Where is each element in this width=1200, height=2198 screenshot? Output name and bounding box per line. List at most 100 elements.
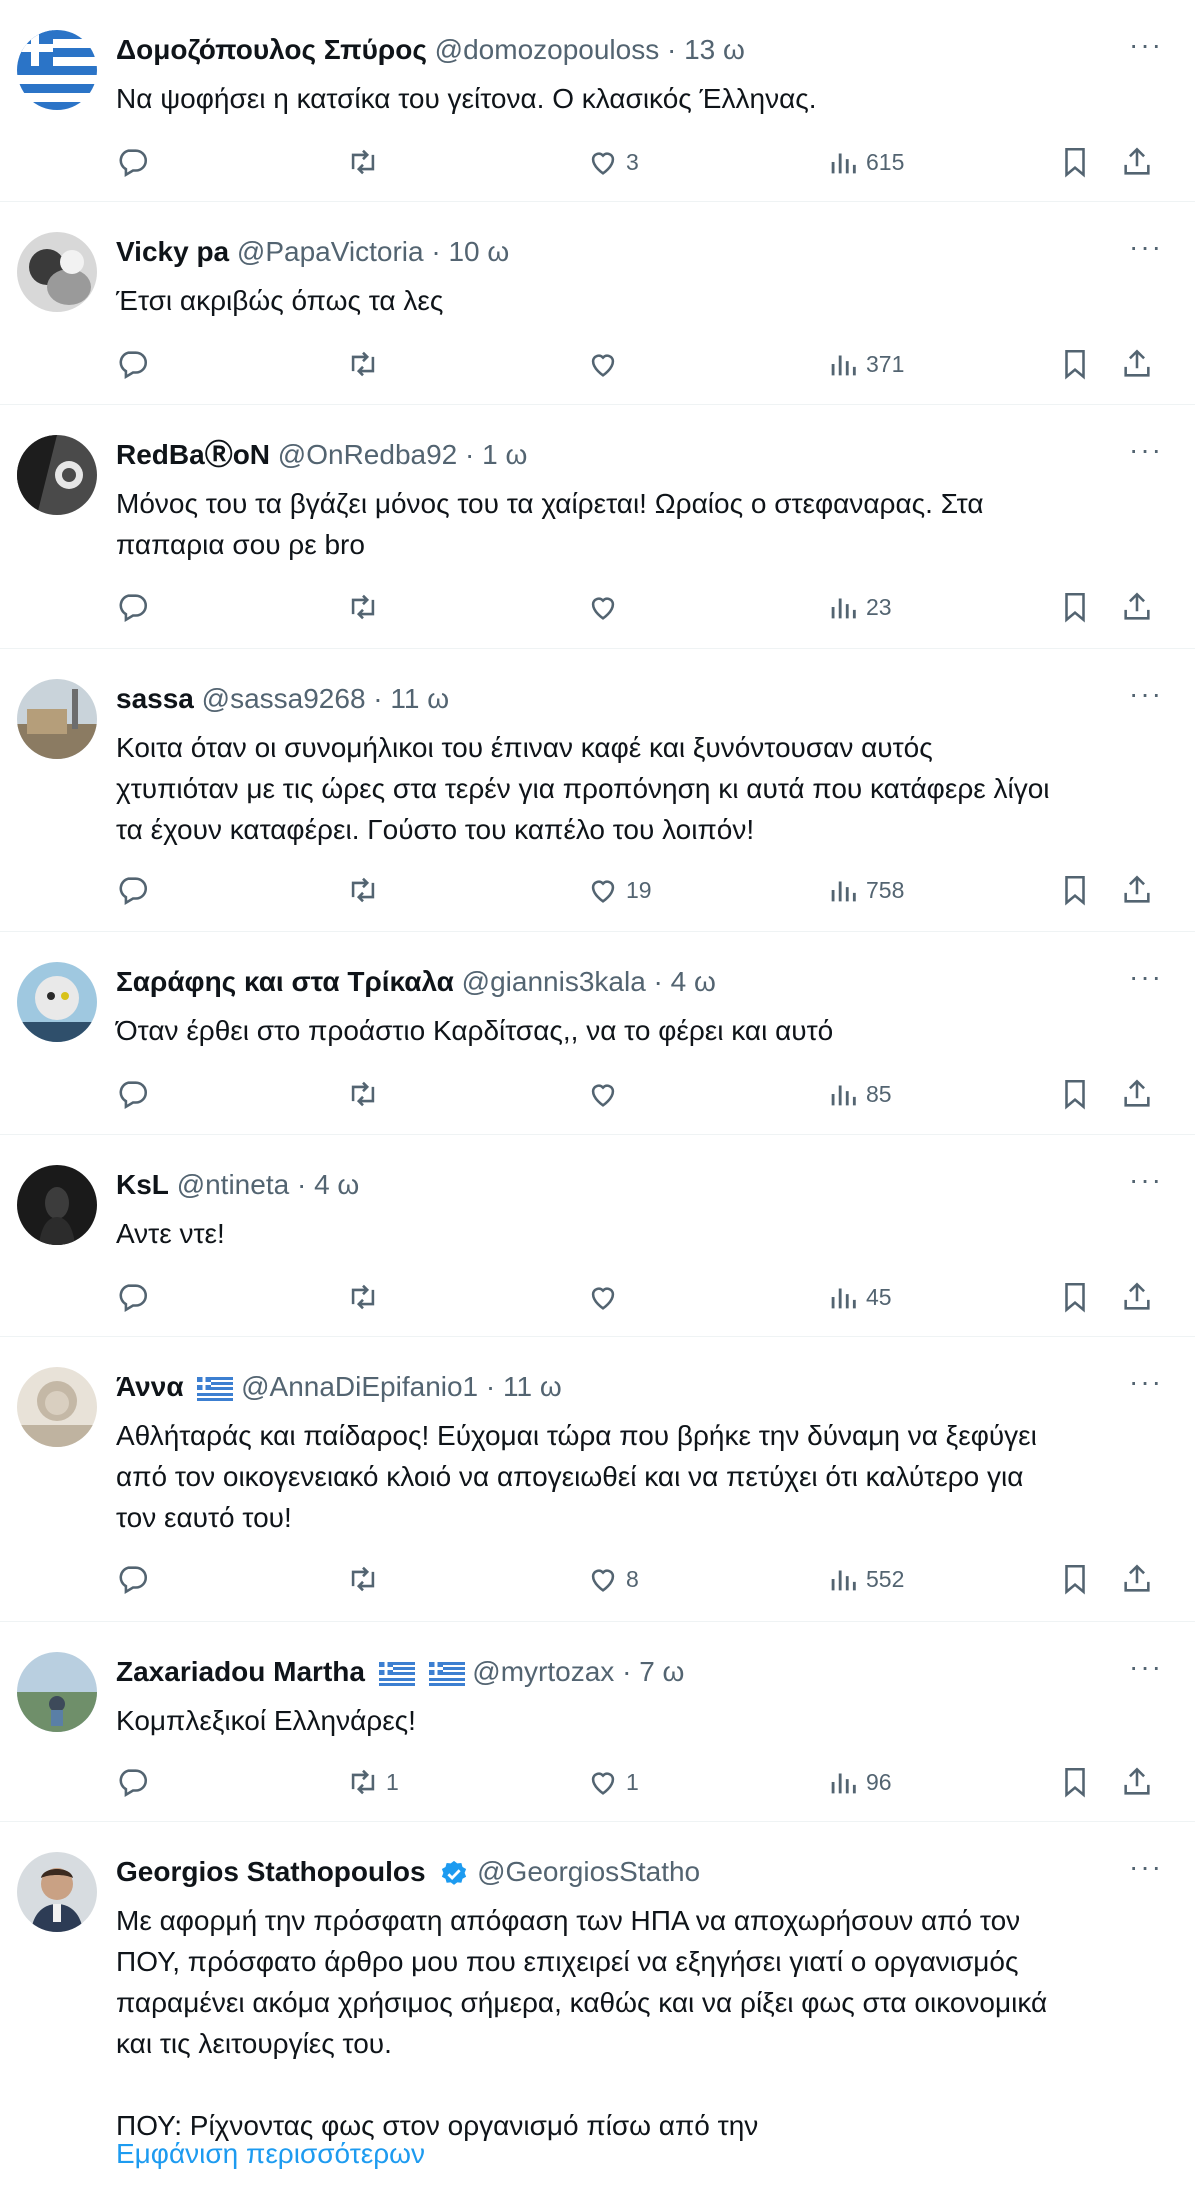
user-handle[interactable]: @GeorgiosStatho <box>477 1856 700 1887</box>
bookmark-button[interactable] <box>1058 587 1092 627</box>
share-button[interactable] <box>1120 1559 1154 1599</box>
avatar[interactable] <box>17 679 97 759</box>
display-name[interactable]: Georgios Stathopoulos <box>116 1856 426 1887</box>
retweet-button[interactable] <box>346 1074 386 1114</box>
more-icon[interactable]: ··· <box>1129 435 1163 475</box>
avatar[interactable] <box>17 232 97 312</box>
retweet-button[interactable] <box>346 1277 386 1317</box>
avatar[interactable] <box>17 435 97 515</box>
tweet[interactable]: sassa @sassa9268 · 11 ω ··· Κοιτα όταν ο… <box>0 649 1195 932</box>
display-name[interactable]: RedBaⓇoN <box>116 439 270 470</box>
avatar[interactable] <box>17 962 97 1042</box>
timestamp[interactable]: 10 ω <box>448 236 509 267</box>
avatar[interactable] <box>17 30 97 110</box>
share-button[interactable] <box>1120 344 1154 384</box>
bookmark-button[interactable] <box>1058 870 1092 910</box>
share-button[interactable] <box>1120 1074 1154 1114</box>
tweet[interactable]: Zaxariadou Martha @myrtozax · 7 ω ··· Κο… <box>0 1622 1195 1822</box>
bookmark-button[interactable] <box>1058 344 1092 384</box>
views-button[interactable]: 371 <box>826 344 904 384</box>
tweet[interactable]: Vicky pa @PapaVictoria · 10 ω ··· Έτσι α… <box>0 202 1195 405</box>
show-more-link[interactable]: Εμφάνιση περισσότερων <box>116 2138 425 2170</box>
timestamp[interactable]: 7 ω <box>639 1656 684 1687</box>
like-button[interactable]: 1 <box>586 1762 639 1802</box>
reply-button[interactable] <box>116 1074 156 1114</box>
user-handle[interactable]: @OnRedba92 <box>278 439 457 470</box>
avatar[interactable] <box>17 1165 97 1245</box>
bookmark-button[interactable] <box>1058 1762 1092 1802</box>
views-button[interactable]: 552 <box>826 1559 904 1599</box>
bookmark-button[interactable] <box>1058 142 1092 182</box>
reply-button[interactable] <box>116 587 156 627</box>
display-name[interactable]: Άννα <box>116 1371 184 1402</box>
more-icon[interactable]: ··· <box>1129 1165 1163 1205</box>
retweet-button[interactable]: 1 <box>346 1762 399 1802</box>
timestamp[interactable]: 11 ω <box>503 1371 562 1402</box>
reply-button[interactable] <box>116 870 156 910</box>
display-name[interactable]: Vicky pa <box>116 236 229 267</box>
timestamp[interactable]: 4 ω <box>314 1169 359 1200</box>
display-name[interactable]: Σαράφης και στα Τρίκαλα <box>116 966 454 997</box>
avatar[interactable] <box>17 1367 97 1447</box>
avatar[interactable] <box>17 1852 97 1932</box>
views-button[interactable]: 85 <box>826 1074 892 1114</box>
display-name[interactable]: sassa <box>116 683 194 714</box>
views-button[interactable]: 23 <box>826 587 892 627</box>
share-button[interactable] <box>1120 1762 1154 1802</box>
timestamp[interactable]: 1 ω <box>482 439 527 470</box>
user-handle[interactable]: @giannis3kala <box>462 966 646 997</box>
tweet[interactable]: Δομοζόπουλος Σπύρος @domozopouloss · 13 … <box>0 0 1195 202</box>
tweet[interactable]: Σαράφης και στα Τρίκαλα @giannis3kala · … <box>0 932 1195 1135</box>
tweet[interactable]: Georgios Stathopoulos @GeorgiosStatho ··… <box>0 1822 1195 2198</box>
display-name[interactable]: Δομοζόπουλος Σπύρος <box>116 34 427 65</box>
timestamp[interactable]: 13 ω <box>684 34 745 65</box>
like-button[interactable] <box>586 1277 626 1317</box>
avatar[interactable] <box>17 1652 97 1732</box>
retweet-button[interactable] <box>346 344 386 384</box>
reply-button[interactable] <box>116 142 156 182</box>
like-button[interactable] <box>586 1074 626 1114</box>
tweet[interactable]: KsL @ntineta · 4 ω ··· Αντε ντε! 45 <box>0 1135 1195 1337</box>
reply-button[interactable] <box>116 344 156 384</box>
retweet-button[interactable] <box>346 587 386 627</box>
retweet-button[interactable] <box>346 1559 386 1599</box>
like-button[interactable] <box>586 344 626 384</box>
more-icon[interactable]: ··· <box>1129 962 1163 1002</box>
like-button[interactable]: 3 <box>586 142 639 182</box>
user-handle[interactable]: @PapaVictoria <box>237 236 424 267</box>
share-button[interactable] <box>1120 142 1154 182</box>
share-button[interactable] <box>1120 870 1154 910</box>
user-handle[interactable]: @AnnaDiEpifanio1 <box>241 1371 478 1402</box>
views-button[interactable]: 96 <box>826 1762 892 1802</box>
like-button[interactable] <box>586 587 626 627</box>
timestamp[interactable]: 11 ω <box>390 683 449 714</box>
timestamp[interactable]: 4 ω <box>671 966 716 997</box>
more-icon[interactable]: ··· <box>1129 1367 1163 1407</box>
retweet-button[interactable] <box>346 142 386 182</box>
bookmark-button[interactable] <box>1058 1277 1092 1317</box>
more-icon[interactable]: ··· <box>1129 232 1163 272</box>
views-button[interactable]: 615 <box>826 142 904 182</box>
more-icon[interactable]: ··· <box>1129 30 1163 70</box>
share-button[interactable] <box>1120 1277 1154 1317</box>
like-button[interactable]: 8 <box>586 1559 639 1599</box>
bookmark-button[interactable] <box>1058 1074 1092 1114</box>
views-button[interactable]: 45 <box>826 1277 892 1317</box>
tweet[interactable]: RedBaⓇoN @OnRedba92 · 1 ω ··· Μόνος του … <box>0 405 1195 649</box>
views-button[interactable]: 758 <box>826 870 904 910</box>
user-handle[interactable]: @sassa9268 <box>202 683 366 714</box>
user-handle[interactable]: @myrtozax <box>472 1656 614 1687</box>
more-icon[interactable]: ··· <box>1129 679 1163 719</box>
share-button[interactable] <box>1120 587 1154 627</box>
reply-button[interactable] <box>116 1277 156 1317</box>
more-icon[interactable]: ··· <box>1129 1852 1163 1892</box>
tweet[interactable]: Άννα @AnnaDiEpifanio1 · 11 ω ··· Αθλήταρ… <box>0 1337 1195 1622</box>
reply-button[interactable] <box>116 1762 156 1802</box>
more-icon[interactable]: ··· <box>1129 1652 1163 1692</box>
reply-button[interactable] <box>116 1559 156 1599</box>
retweet-button[interactable] <box>346 870 386 910</box>
user-handle[interactable]: @ntineta <box>177 1169 290 1200</box>
user-handle[interactable]: @domozopouloss <box>435 34 660 65</box>
bookmark-button[interactable] <box>1058 1559 1092 1599</box>
display-name[interactable]: Zaxariadou Martha <box>116 1656 365 1687</box>
